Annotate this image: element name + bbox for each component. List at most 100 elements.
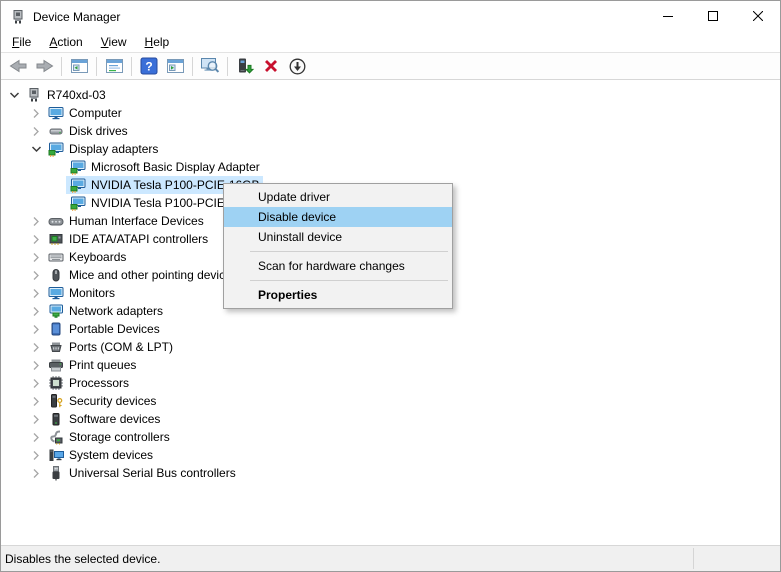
- maximize-button[interactable]: [690, 1, 735, 31]
- chevron-right-icon[interactable]: [28, 123, 44, 139]
- help-button[interactable]: ?: [137, 55, 161, 78]
- properties-window-icon: [105, 57, 124, 75]
- chevron-right-icon[interactable]: [28, 105, 44, 121]
- menu-help[interactable]: Help: [136, 33, 179, 52]
- device-tree-panel: R740xd-03ComputerDisk drivesDisplay adap…: [2, 82, 779, 544]
- close-button[interactable]: [735, 1, 780, 31]
- context-menu-item-properties[interactable]: Properties: [224, 285, 452, 305]
- tree-item-content[interactable]: Human Interface Devices: [44, 212, 207, 230]
- tree-item-content[interactable]: Universal Serial Bus controllers: [44, 464, 239, 482]
- close-icon: [753, 11, 763, 21]
- chevron-right-icon[interactable]: [28, 429, 44, 445]
- update-driver-button[interactable]: [233, 55, 257, 78]
- context-menu-item-update-driver[interactable]: Update driver: [224, 187, 452, 207]
- tree-item-content[interactable]: Monitors: [44, 284, 118, 302]
- chevron-right-icon[interactable]: [28, 339, 44, 355]
- tree-item-content[interactable]: System devices: [44, 446, 156, 464]
- tree-item-content[interactable]: Software devices: [44, 410, 163, 428]
- tree-item-content[interactable]: Ports (COM & LPT): [44, 338, 176, 356]
- tree-item-r740xd-03[interactable]: R740xd-03: [2, 86, 779, 104]
- tree-item-software-devices[interactable]: Software devices: [2, 410, 779, 428]
- display-adapter-icon: [70, 177, 86, 193]
- tree-item-ports-com-lpt[interactable]: Ports (COM & LPT): [2, 338, 779, 356]
- tree-item-display-adapters[interactable]: Display adapters: [2, 140, 779, 158]
- tree-item-print-queues[interactable]: Print queues: [2, 356, 779, 374]
- tree-item-system-devices[interactable]: System devices: [2, 446, 779, 464]
- menu-view[interactable]: View: [92, 33, 136, 52]
- tree-item-label: System devices: [69, 446, 153, 464]
- menu-file[interactable]: File: [3, 33, 40, 52]
- chevron-right-icon[interactable]: [28, 411, 44, 427]
- action-pane-button[interactable]: [163, 55, 187, 78]
- context-menu: Update driverDisable deviceUninstall dev…: [223, 183, 453, 309]
- show-console-tree-button[interactable]: [67, 55, 91, 78]
- back-button[interactable]: [6, 55, 30, 78]
- chevron-right-icon[interactable]: [28, 321, 44, 337]
- device-manager-window: Device Manager FileActionViewHelp ? R740…: [0, 0, 781, 572]
- tree-item-content[interactable]: Mice and other pointing devices: [44, 266, 241, 284]
- tree-item-universal-serial-bus-controllers[interactable]: Universal Serial Bus controllers: [2, 464, 779, 482]
- tree-item-processors[interactable]: Processors: [2, 374, 779, 392]
- tree-item-content[interactable]: Portable Devices: [44, 320, 163, 338]
- tree-item-portable-devices[interactable]: Portable Devices: [2, 320, 779, 338]
- uninstall-device-button[interactable]: [259, 55, 283, 78]
- tree-item-content[interactable]: Network adapters: [44, 302, 166, 320]
- tree-item-label: Portable Devices: [69, 320, 160, 338]
- toolbar-separator: [192, 57, 193, 76]
- tree-item-content[interactable]: Processors: [44, 374, 132, 392]
- forward-button[interactable]: [32, 55, 56, 78]
- context-menu-item-uninstall-device[interactable]: Uninstall device: [224, 227, 452, 247]
- chevron-right-icon[interactable]: [28, 447, 44, 463]
- disable-device-button[interactable]: [285, 55, 309, 78]
- tree-item-disk-drives[interactable]: Disk drives: [2, 122, 779, 140]
- chevron-placeholder: [50, 159, 66, 175]
- tree-item-content[interactable]: Security devices: [44, 392, 159, 410]
- chevron-right-icon[interactable]: [28, 303, 44, 319]
- chevron-right-icon[interactable]: [28, 285, 44, 301]
- chevron-right-icon[interactable]: [28, 267, 44, 283]
- menu-action[interactable]: Action: [40, 33, 91, 52]
- chevron-placeholder: [50, 177, 66, 193]
- display-adapter-icon: [48, 141, 64, 157]
- tree-item-label: Security devices: [69, 392, 156, 410]
- chevron-right-icon[interactable]: [28, 393, 44, 409]
- chevron-down-icon[interactable]: [28, 141, 44, 157]
- console-tree-icon: [70, 57, 89, 75]
- minimize-button[interactable]: [645, 1, 690, 31]
- statusbar-text: Disables the selected device.: [5, 552, 160, 566]
- chevron-right-icon[interactable]: [28, 231, 44, 247]
- context-menu-item-scan-for-hardware-changes[interactable]: Scan for hardware changes: [224, 256, 452, 276]
- device-manager-icon: [10, 9, 26, 25]
- tree-item-content[interactable]: Computer: [44, 104, 125, 122]
- storage-controller-icon: [48, 429, 64, 445]
- printer-icon: [48, 357, 64, 373]
- tree-item-computer[interactable]: Computer: [2, 104, 779, 122]
- chevron-right-icon[interactable]: [28, 357, 44, 373]
- serial-port-icon: [48, 339, 64, 355]
- tree-item-content[interactable]: Print queues: [44, 356, 139, 374]
- chevron-right-icon[interactable]: [28, 375, 44, 391]
- tree-item-content[interactable]: Microsoft Basic Display Adapter: [66, 158, 263, 176]
- tree-item-content[interactable]: Display adapters: [44, 140, 161, 158]
- properties-button[interactable]: [102, 55, 126, 78]
- tree-item-content[interactable]: Keyboards: [44, 248, 129, 266]
- chevron-right-icon[interactable]: [28, 213, 44, 229]
- tree-item-label: Network adapters: [69, 302, 163, 320]
- tree-item-content[interactable]: IDE ATA/ATAPI controllers: [44, 230, 211, 248]
- window-controls: [645, 1, 780, 31]
- context-menu-item-disable-device[interactable]: Disable device: [224, 207, 452, 227]
- chevron-right-icon[interactable]: [28, 249, 44, 265]
- tree-item-microsoft-basic-display-adapter[interactable]: Microsoft Basic Display Adapter: [2, 158, 779, 176]
- tree-item-content[interactable]: Storage controllers: [44, 428, 173, 446]
- tree-item-label: R740xd-03: [47, 86, 106, 104]
- tree-item-security-devices[interactable]: Security devices: [2, 392, 779, 410]
- chevron-right-icon[interactable]: [28, 465, 44, 481]
- tree-item-storage-controllers[interactable]: Storage controllers: [2, 428, 779, 446]
- menubar: FileActionViewHelp: [1, 32, 780, 53]
- scan-for-hardware-changes-button[interactable]: [198, 55, 222, 78]
- keyboard-icon: [48, 249, 64, 265]
- usb-icon: [48, 465, 64, 481]
- chevron-down-icon[interactable]: [6, 87, 22, 103]
- tree-item-content[interactable]: R740xd-03: [22, 86, 109, 104]
- tree-item-content[interactable]: Disk drives: [44, 122, 131, 140]
